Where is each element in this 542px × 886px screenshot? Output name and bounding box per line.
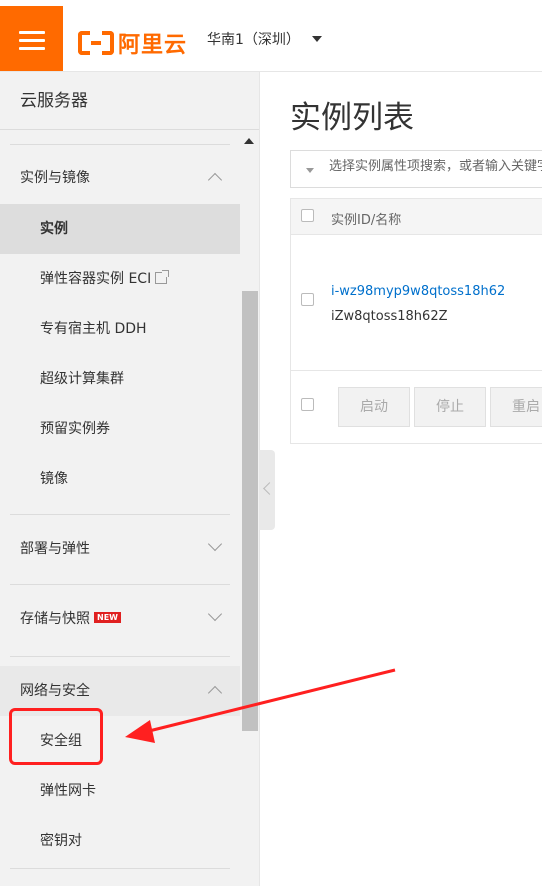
instance-id-link[interactable]: i-wz98myp9w8qtoss18h62	[331, 284, 505, 299]
menu-icon	[19, 31, 45, 34]
chevron-up-icon	[207, 172, 223, 188]
instance-search-bar[interactable]	[290, 150, 542, 188]
aliyun-logo[interactable]: 阿里云	[78, 27, 187, 59]
sidebar-item-key-pairs[interactable]: 密钥对	[0, 816, 240, 866]
sidebar-item-label: 密钥对	[40, 833, 82, 849]
menu-icon-bar	[19, 39, 45, 42]
page-title: 实例列表	[290, 100, 414, 136]
region-label: 华南1（深圳）	[207, 32, 300, 48]
annotation-highlight-box	[9, 708, 103, 765]
menu-icon-bar	[19, 47, 45, 50]
row-checkbox[interactable]	[301, 293, 314, 306]
table-header: 实例ID/名称	[291, 199, 542, 235]
sidebar-group-deployment-elasticity[interactable]: 部署与弹性	[0, 524, 240, 574]
divider	[10, 584, 230, 585]
sidebar-item-super-computing-cluster[interactable]: 超级计算集群	[0, 354, 240, 404]
table-footer: 启动 停止 重启	[291, 371, 542, 443]
sidebar-item-instances[interactable]: 实例	[0, 204, 240, 254]
sidebar-group-storage-snapshots[interactable]: 存储与快照 NEW	[0, 594, 240, 644]
divider	[10, 868, 230, 869]
hamburger-menu-button[interactable]	[0, 6, 63, 71]
aliyun-logo-icon	[78, 31, 114, 55]
chevron-down-icon	[207, 606, 223, 622]
sidebar-item-label: 超级计算集群	[40, 371, 124, 387]
sidebar-group-label: 网络与安全	[20, 683, 90, 699]
search-input[interactable]	[329, 159, 542, 174]
caret-down-icon[interactable]	[306, 168, 314, 173]
sidebar-item-label: 镜像	[40, 471, 68, 487]
chevron-down-icon	[207, 536, 223, 552]
sidebar-item-elastic-nic[interactable]: 弹性网卡	[0, 766, 240, 816]
sidebar-item-label: 预留实例券	[40, 421, 110, 437]
sidebar-menu: 实例与镜像 实例 弹性容器实例 ECI 专有宿主机 DDH 超级计算集群 预留实…	[0, 130, 240, 886]
sidebar-item-ddh[interactable]: 专有宿主机 DDH	[0, 304, 240, 354]
sidebar-item-label: 弹性容器实例 ECI	[40, 271, 152, 287]
column-header-instance-id: 实例ID/名称	[331, 213, 402, 228]
region-selector[interactable]: 华南1（深圳）	[207, 29, 322, 49]
sidebar-scrollbar-thumb[interactable]	[242, 291, 258, 731]
caret-down-icon	[311, 36, 322, 42]
sidebar-group-label: 实例与镜像	[20, 170, 90, 186]
divider	[10, 656, 230, 657]
sidebar-item-reserved-instances[interactable]: 预留实例券	[0, 404, 240, 454]
sidebar-title: 云服务器	[0, 72, 259, 130]
footer-select-checkbox[interactable]	[301, 398, 314, 411]
stop-button[interactable]: 停止	[414, 387, 486, 427]
sidebar-item-label: 实例	[40, 221, 68, 237]
scroll-up-arrow-icon[interactable]	[244, 138, 254, 144]
chevron-left-icon	[263, 482, 276, 495]
divider	[10, 144, 230, 145]
sidebar-item-label: 弹性网卡	[40, 783, 96, 799]
external-link-icon	[155, 270, 170, 284]
new-badge: NEW	[94, 612, 121, 623]
brand-name: 阿里云	[118, 33, 188, 58]
select-all-checkbox[interactable]	[301, 209, 314, 222]
sidebar-group-label: 部署与弹性	[20, 541, 90, 557]
sidebar-group-instances-images[interactable]: 实例与镜像	[0, 153, 240, 203]
instance-table: 实例ID/名称 i-wz98myp9w8qtoss18h62 iZw8qtoss…	[290, 198, 542, 444]
sidebar-group-label: 存储与快照	[20, 611, 90, 627]
sidebar-item-eci[interactable]: 弹性容器实例 ECI	[0, 254, 240, 304]
restart-button[interactable]: 重启	[490, 387, 542, 427]
start-button[interactable]: 启动	[338, 387, 410, 427]
sidebar-collapse-handle[interactable]	[259, 450, 276, 530]
sidebar-item-images[interactable]: 镜像	[0, 454, 240, 504]
sidebar-item-label: 专有宿主机 DDH	[40, 321, 147, 337]
divider	[10, 514, 230, 515]
table-row: i-wz98myp9w8qtoss18h62 iZw8qtoss18h62Z	[291, 235, 542, 371]
top-bar: 阿里云 华南1（深圳）	[0, 0, 542, 72]
instance-name: iZw8qtoss18h62Z	[331, 309, 448, 324]
chevron-up-icon	[207, 685, 223, 701]
